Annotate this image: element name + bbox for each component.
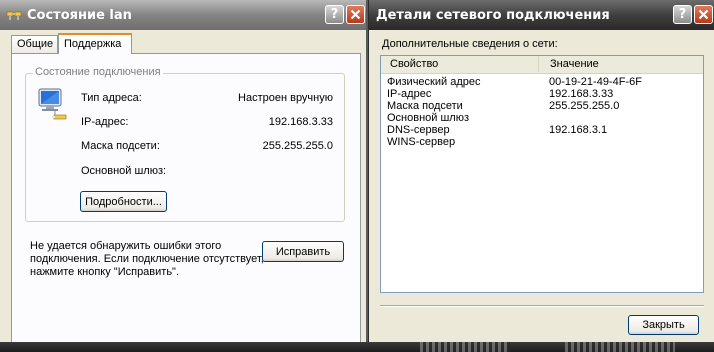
list-item[interactable]: IP-адрес 192.168.3.33 bbox=[381, 88, 703, 100]
tab-support[interactable]: Поддержка bbox=[58, 33, 132, 54]
repair-button-label: Исправить bbox=[275, 245, 331, 258]
list-item-property: Основной шлюз bbox=[387, 112, 470, 124]
list-item-value: 00-19-21-49-4F-6F bbox=[549, 76, 642, 88]
column-header-property[interactable]: Свойство bbox=[381, 56, 539, 72]
help-icon[interactable]: ? bbox=[325, 5, 344, 24]
separator bbox=[380, 305, 704, 307]
gateway-label: Основной шлюз: bbox=[81, 165, 167, 177]
list-item[interactable]: Маска подсети 255.255.255.0 bbox=[381, 100, 703, 112]
address-type-row: Тип адреса: Настроен вручную bbox=[81, 92, 333, 106]
details-window: Детали сетевого подключения ? Дополнител… bbox=[368, 0, 714, 352]
list-item-property: Физический адрес bbox=[387, 76, 481, 88]
list-item-value: 255.255.255.0 bbox=[549, 100, 620, 112]
ip-address-label: IP-адрес: bbox=[81, 116, 129, 128]
close-button[interactable]: Закрыть bbox=[628, 315, 699, 335]
details-button[interactable]: Подробности... bbox=[80, 191, 167, 212]
details-list[interactable]: Свойство Значение Физический адрес 00-19… bbox=[380, 55, 704, 293]
gateway-row: Основной шлюз: bbox=[81, 165, 333, 179]
details-button-label: Подробности... bbox=[85, 195, 162, 208]
list-item[interactable]: WINS-сервер bbox=[381, 136, 703, 148]
status-window-titlebar[interactable]: Состояние lan ? bbox=[0, 0, 366, 30]
subnet-mask-row: Маска подсети: 255.255.255.0 bbox=[81, 140, 333, 154]
list-header: Свойство Значение bbox=[381, 56, 703, 74]
column-header-property-label: Свойство bbox=[390, 58, 439, 70]
lan-icon bbox=[6, 11, 22, 20]
list-item[interactable]: Физический адрес 00-19-21-49-4F-6F bbox=[381, 76, 703, 88]
status-window: Состояние lan ? Общие Поддержка Состояни… bbox=[0, 0, 366, 352]
group-title: Состояние подключения bbox=[33, 66, 163, 78]
list-item-value: 192.168.3.1 bbox=[549, 124, 608, 136]
list-item-property: DNS-сервер bbox=[387, 124, 450, 136]
details-subtitle: Дополнительные сведения о сети: bbox=[382, 38, 558, 50]
column-header-value[interactable]: Значение bbox=[539, 56, 703, 72]
tab-general[interactable]: Общие bbox=[11, 35, 58, 53]
help-icon[interactable]: ? bbox=[673, 5, 692, 24]
connection-status-group: Состояние подключения Тип адреса: Настро… bbox=[25, 66, 345, 222]
address-type-value: Настроен вручную bbox=[238, 92, 333, 104]
list-item[interactable]: Основной шлюз bbox=[381, 112, 703, 124]
close-icon[interactable] bbox=[346, 5, 365, 24]
details-window-titlebar[interactable]: Детали сетевого подключения ? bbox=[369, 0, 714, 30]
background-window-edge bbox=[0, 342, 714, 352]
list-item-property: IP-адрес bbox=[387, 88, 432, 100]
subnet-mask-label: Маска подсети: bbox=[81, 140, 160, 152]
list-item-value: 192.168.3.33 bbox=[549, 88, 614, 100]
column-header-value-label: Значение bbox=[550, 58, 599, 70]
tab-general-label: Общие bbox=[17, 38, 54, 50]
network-adapter-icon bbox=[38, 88, 67, 120]
subnet-mask-value: 255.255.255.0 bbox=[262, 140, 333, 152]
list-item-property: WINS-сервер bbox=[387, 136, 456, 148]
close-icon[interactable] bbox=[694, 5, 713, 24]
ip-address-value: 192.168.3.33 bbox=[268, 116, 333, 128]
tab-support-label: Поддержка bbox=[64, 38, 122, 50]
repair-button[interactable]: Исправить bbox=[262, 241, 344, 262]
list-item-property: Маска подсети bbox=[387, 100, 463, 112]
close-button-label: Закрыть bbox=[642, 319, 685, 331]
list-item[interactable]: DNS-сервер 192.168.3.1 bbox=[381, 124, 703, 136]
ip-address-row: IP-адрес: 192.168.3.33 bbox=[81, 116, 333, 130]
repair-note: Не удается обнаружить ошибки этого подкл… bbox=[30, 240, 264, 278]
address-type-label: Тип адреса: bbox=[81, 92, 142, 104]
support-tab-panel: Состояние подключения Тип адреса: Настро… bbox=[11, 53, 361, 343]
details-window-title: Детали сетевого подключения bbox=[376, 8, 610, 23]
status-window-title: Состояние lan bbox=[27, 8, 132, 23]
